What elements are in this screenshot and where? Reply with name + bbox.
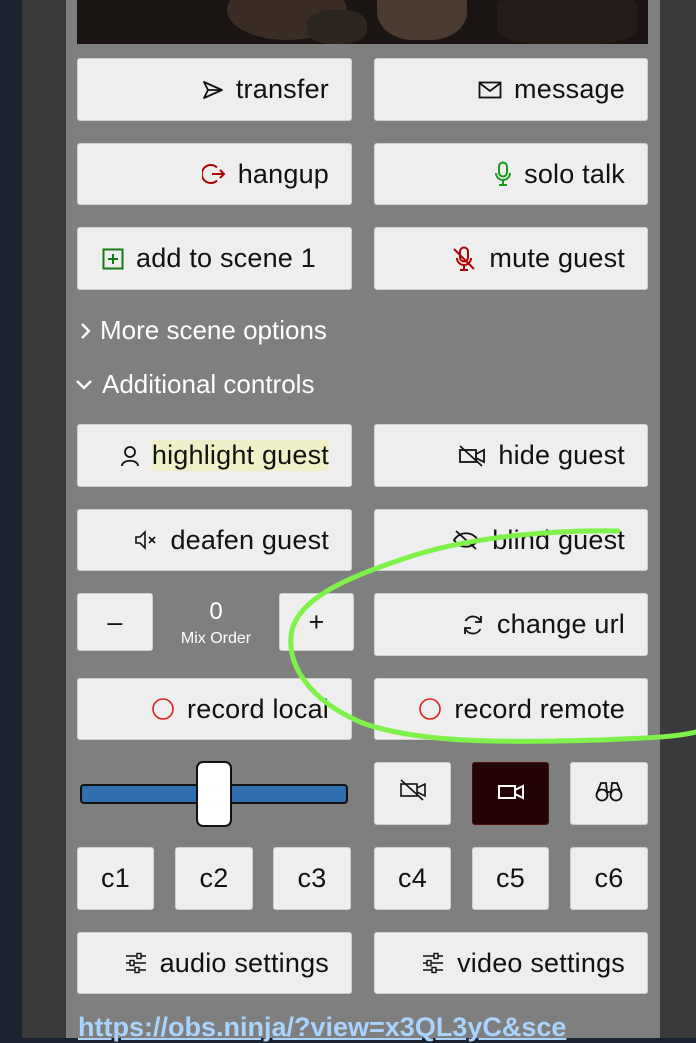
- add-to-scene-label: add to scene 1: [136, 243, 316, 273]
- audio-settings-button[interactable]: audio settings: [77, 932, 352, 994]
- paper-plane-icon: [202, 80, 224, 100]
- solo-talk-label: solo talk: [524, 158, 625, 189]
- video-settings-button[interactable]: video settings: [374, 932, 648, 994]
- scene-label: c6: [594, 863, 624, 893]
- scene-button-c2[interactable]: c2: [175, 847, 253, 910]
- more-scene-options-label: More scene options: [100, 315, 327, 345]
- sync-icon: [461, 613, 485, 637]
- sliders-icon: [124, 952, 148, 974]
- scene-label: c4: [398, 863, 427, 893]
- mix-order-label: Mix Order: [180, 630, 252, 647]
- plus-square-icon: [102, 248, 124, 270]
- record-local-button[interactable]: record local: [77, 678, 352, 740]
- audio-settings-label: audio settings: [159, 947, 329, 978]
- volume-mute-icon: [134, 529, 158, 551]
- add-to-scene-button[interactable]: add to scene 1: [77, 227, 352, 290]
- scene-label: c2: [199, 863, 229, 893]
- video-slash-icon: [399, 778, 427, 809]
- scene-label: c5: [496, 863, 525, 893]
- mix-order-value: 0: [209, 598, 223, 625]
- sign-out-icon: [201, 162, 226, 186]
- view-link[interactable]: https://obs.ninja/?view=x3QL3yC&sce: [78, 1012, 648, 1043]
- change-url-button[interactable]: change url: [374, 593, 648, 656]
- message-button[interactable]: message: [374, 58, 648, 121]
- scene-button-c1[interactable]: c1: [77, 847, 154, 910]
- video-on-button[interactable]: [472, 762, 549, 825]
- transfer-label: transfer: [235, 74, 329, 104]
- message-label: message: [514, 74, 625, 104]
- hide-guest-label: hide guest: [498, 440, 625, 470]
- record-local-label: record local: [187, 693, 329, 724]
- chevron-down-icon: [74, 375, 94, 395]
- hide-guest-button[interactable]: hide guest: [374, 424, 648, 487]
- blind-guest-label: blind guest: [492, 524, 625, 555]
- plus-label: +: [308, 606, 325, 637]
- video-slash-icon: [458, 444, 486, 468]
- chevron-right-icon: [78, 321, 92, 341]
- circle-icon: [151, 697, 175, 721]
- microphone-slash-icon: [451, 246, 477, 272]
- mute-guest-label: mute guest: [489, 243, 625, 273]
- hangup-button[interactable]: hangup: [77, 143, 352, 205]
- scene-button-c3[interactable]: c3: [273, 847, 351, 910]
- scene-button-c6[interactable]: c6: [570, 847, 648, 910]
- record-remote-button[interactable]: record remote: [374, 678, 648, 740]
- mix-order-increase-button[interactable]: +: [279, 593, 354, 651]
- deafen-guest-label: deafen guest: [170, 524, 329, 555]
- binoculars-button[interactable]: [570, 762, 648, 825]
- envelope-icon: [478, 81, 502, 99]
- blind-guest-button[interactable]: blind guest: [374, 509, 648, 571]
- scene-label: c3: [297, 863, 327, 893]
- circle-icon: [418, 697, 442, 721]
- video-icon: [497, 778, 525, 809]
- record-remote-label: record remote: [454, 693, 625, 724]
- user-icon: [120, 445, 140, 467]
- sliders-icon: [421, 952, 445, 974]
- transfer-button[interactable]: transfer: [77, 58, 352, 121]
- scene-button-c4[interactable]: c4: [374, 847, 451, 910]
- volume-slider-handle[interactable]: [196, 761, 232, 827]
- right-gutter: [660, 0, 696, 1038]
- mix-order-decrease-button[interactable]: –: [77, 593, 153, 651]
- change-url-label: change url: [496, 609, 625, 639]
- deafen-guest-button[interactable]: deafen guest: [77, 509, 352, 571]
- video-off-button[interactable]: [374, 762, 451, 825]
- solo-talk-button[interactable]: solo talk: [374, 143, 648, 205]
- scene-label: c1: [101, 863, 130, 893]
- mute-guest-button[interactable]: mute guest: [374, 227, 648, 290]
- minus-label: –: [107, 606, 123, 637]
- highlight-guest-button[interactable]: highlight guest: [77, 424, 352, 487]
- eye-slash-icon: [452, 529, 480, 551]
- guest-video-preview: [77, 0, 648, 44]
- microphone-icon: [494, 161, 512, 187]
- additional-controls-label: Additional controls: [102, 369, 315, 399]
- hangup-label: hangup: [237, 158, 329, 189]
- binoculars-icon: [594, 778, 624, 809]
- video-settings-label: video settings: [457, 947, 625, 978]
- scene-button-c5[interactable]: c5: [472, 847, 549, 910]
- more-scene-options-toggle[interactable]: More scene options: [78, 315, 327, 346]
- left-gutter: [22, 0, 66, 1038]
- additional-controls-toggle[interactable]: Additional controls: [74, 369, 314, 400]
- highlight-guest-label: highlight guest: [151, 440, 329, 471]
